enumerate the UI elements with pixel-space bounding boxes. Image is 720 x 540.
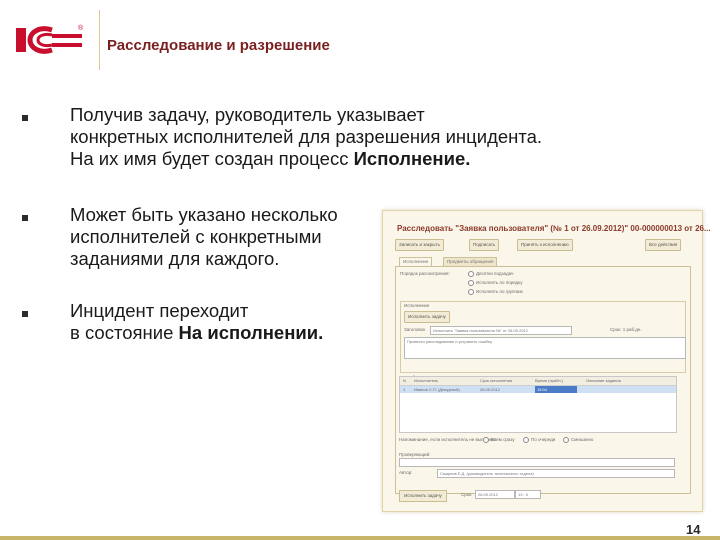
column-header: Описание задания [586, 378, 621, 383]
radio-label: Исполнять по порядку [476, 280, 523, 285]
toolbar: Записать и закрыть Подписать Принять к и… [395, 239, 689, 251]
radio-option[interactable] [468, 280, 474, 286]
bullet-text: в состояние [70, 322, 179, 343]
bullet-square-icon [22, 215, 28, 221]
footer-rule [0, 536, 720, 540]
bullet-text: Может быть указано несколько [70, 204, 338, 225]
bullet-text: заданиями для каждого. [70, 248, 280, 269]
subject-field[interactable]: Исполнить "Заявка пользователя №" от 26.… [430, 326, 572, 335]
svg-text:®: ® [78, 24, 84, 32]
mode-label: Порядок рассмотрения: [400, 271, 450, 276]
execute-task-bottom-button[interactable]: Исполнить задачу [399, 490, 447, 502]
radio-option[interactable] [523, 437, 529, 443]
radio-option[interactable] [563, 437, 569, 443]
author-label: Автор: [399, 470, 413, 475]
bullet-text: Инцидент переходит [70, 300, 249, 321]
radio-label: Десятки подзадач [476, 271, 514, 276]
column-header: Исполнитель [414, 378, 439, 383]
bullet-text: Получив задачу, руководитель указывает [70, 104, 425, 125]
accept-button[interactable]: Принять к исполнению [517, 239, 573, 251]
radio-label: Всем сразу [491, 437, 515, 442]
execute-task-button[interactable]: Исполнить задачу [404, 311, 450, 323]
radio-option[interactable] [468, 271, 474, 277]
save-close-button[interactable]: Записать и закрыть [395, 239, 444, 251]
radio-option[interactable] [468, 289, 474, 295]
table-row[interactable]: 1 Иванов С.П. (Дежурный) 26.09.2012 15:0… [400, 386, 676, 393]
bullet-text-bold: На исполнении. [178, 322, 324, 343]
bullet-square-icon [22, 311, 28, 317]
bullet-text: исполнителей с конкретными [70, 226, 322, 247]
author-field[interactable]: Смирнов Е.Д. (руководитель технического … [437, 469, 675, 478]
subject-label: Заголовок [404, 327, 426, 332]
all-actions-button[interactable]: Все действия [645, 239, 682, 251]
app-screenshot: Расследовать "Заявка пользователя" (№ 1 … [382, 210, 711, 512]
tab-execution[interactable]: Исполнение [399, 257, 433, 266]
header-divider [99, 10, 100, 70]
table-header: N Исполнитель Срок исполнения Время (при… [400, 377, 676, 386]
date-field[interactable]: 26.09.2012 [475, 490, 515, 499]
window-title: Расследовать "Заявка пользователя" (№ 1 … [397, 224, 711, 233]
page-number: 14 [686, 522, 701, 537]
bullet-text: На их имя будет создан процесс [70, 148, 354, 169]
radio-label: Смешанно [571, 437, 594, 442]
1c-logo: ® [16, 24, 84, 54]
bullet-square-icon [22, 115, 28, 121]
column-header: N [403, 378, 406, 383]
bullet-text: конкретных исполнителей для разрешения и… [70, 126, 543, 147]
bullet-text-bold: Исполнение. [353, 148, 471, 169]
table-cell: Иванов С.П. (Дежурный) [414, 387, 460, 392]
description-field[interactable]: Провести расследование и устранить ошибк… [404, 337, 686, 359]
checker-field[interactable] [399, 458, 675, 467]
table-cell: 1 [403, 387, 406, 392]
executors-table: N Исполнитель Срок исполнения Время (при… [399, 376, 677, 433]
group-label: Исполнение [404, 303, 430, 308]
sign-button[interactable]: Подписать [469, 239, 500, 251]
slide-title: Расследование и разрешение [107, 37, 330, 54]
column-header: Срок исполнения [480, 378, 513, 383]
column-header: Время (прибл.) [535, 378, 563, 383]
checker-label: Проверяющий: [399, 452, 431, 457]
tab-subjects[interactable]: Предметы обращения [443, 257, 498, 266]
radio-label: По очереди [531, 437, 556, 442]
table-cell: 26.09.2012 [480, 387, 501, 392]
time-field[interactable]: 13 : 0 [515, 490, 541, 499]
date-label: Срок: [461, 492, 473, 497]
radio-label: Исполнять по группам [476, 289, 523, 294]
radio-option[interactable] [483, 437, 489, 443]
deadline-label: Срок: 1 раб.дн. [610, 327, 642, 332]
table-cell-selected[interactable]: 15:04 [535, 386, 577, 393]
